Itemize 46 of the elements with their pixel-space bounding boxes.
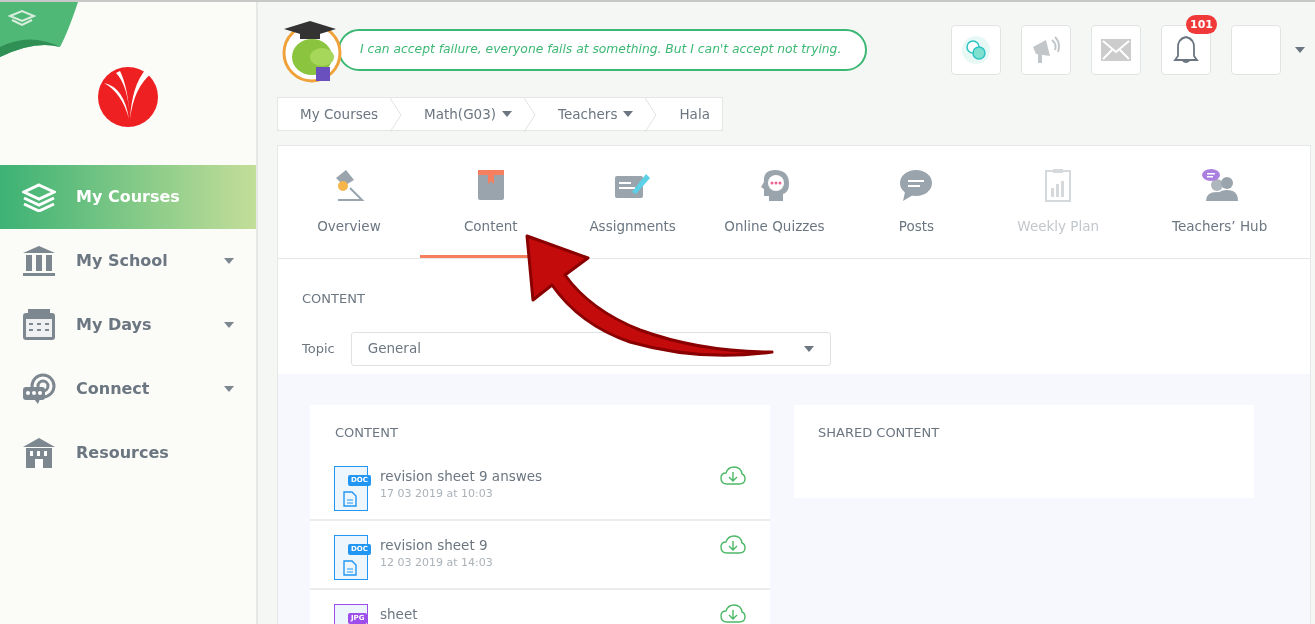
messages-button[interactable]: [1091, 24, 1141, 75]
tab[interactable]: Posts: [845, 146, 988, 258]
books-icon: [22, 182, 56, 212]
file-name: revision sheet 9: [380, 536, 489, 555]
notification-count: 101: [1186, 14, 1217, 34]
section-title: CONTENT: [302, 290, 366, 308]
breadcrumb-item[interactable]: My Courses: [278, 98, 391, 130]
download-icon[interactable]: [720, 604, 746, 624]
profile-button[interactable]: [1231, 24, 1281, 75]
people-icon: [1200, 168, 1239, 202]
clipboard-chart-icon: [1044, 168, 1073, 202]
download-icon[interactable]: [720, 535, 746, 555]
speech-bubble-icon: [899, 168, 934, 202]
file-date: 17 03 2019 at 10:03: [380, 486, 494, 503]
megaphone-icon: [1030, 33, 1062, 66]
quote-text: I can accept failure, everyone fails at something. But I can't accept not trying.: [338, 28, 868, 71]
chat-icon: [22, 373, 56, 405]
announcements-button[interactable]: [1021, 24, 1071, 75]
breadcrumb-item[interactable]: Teachers: [536, 98, 646, 130]
bank-icon: [22, 245, 56, 277]
breadcrumb-item[interactable]: Math(G03): [402, 98, 525, 130]
tab[interactable]: Overview: [278, 146, 420, 258]
help-button[interactable]: [951, 24, 1001, 75]
caret-icon: [1295, 47, 1305, 53]
sidebar-item[interactable]: Resources: [0, 421, 256, 485]
file-name: revision sheet 9 answes: [380, 467, 544, 486]
file-date: 12 03 2019 at 14:03: [380, 555, 494, 572]
panel-title: CONTENT: [334, 423, 399, 442]
book-icon: [475, 168, 506, 202]
mail-icon: [1100, 37, 1132, 62]
field-label: Topic: [302, 339, 335, 358]
thinking-head-icon: [758, 168, 791, 202]
panel-title: SHARED CONTENT: [817, 423, 941, 442]
help-chat-icon: [961, 34, 991, 65]
caret-icon: [803, 345, 814, 352]
building-icon: [22, 437, 56, 469]
tab[interactable]: Online Quizzes: [703, 146, 846, 258]
sidebar-item[interactable]: Connect: [0, 357, 256, 421]
download-icon[interactable]: [720, 466, 746, 486]
calendar-icon: [22, 309, 56, 341]
sidebar-item[interactable]: My Days: [0, 293, 256, 357]
tab[interactable]: Teachers’ Hub: [1129, 146, 1310, 258]
sidebar-item[interactable]: My School: [0, 229, 256, 293]
breadcrumb-item: Hala: [678, 104, 711, 124]
file-name: sheet: [380, 605, 419, 624]
bell-icon: [1173, 34, 1199, 65]
